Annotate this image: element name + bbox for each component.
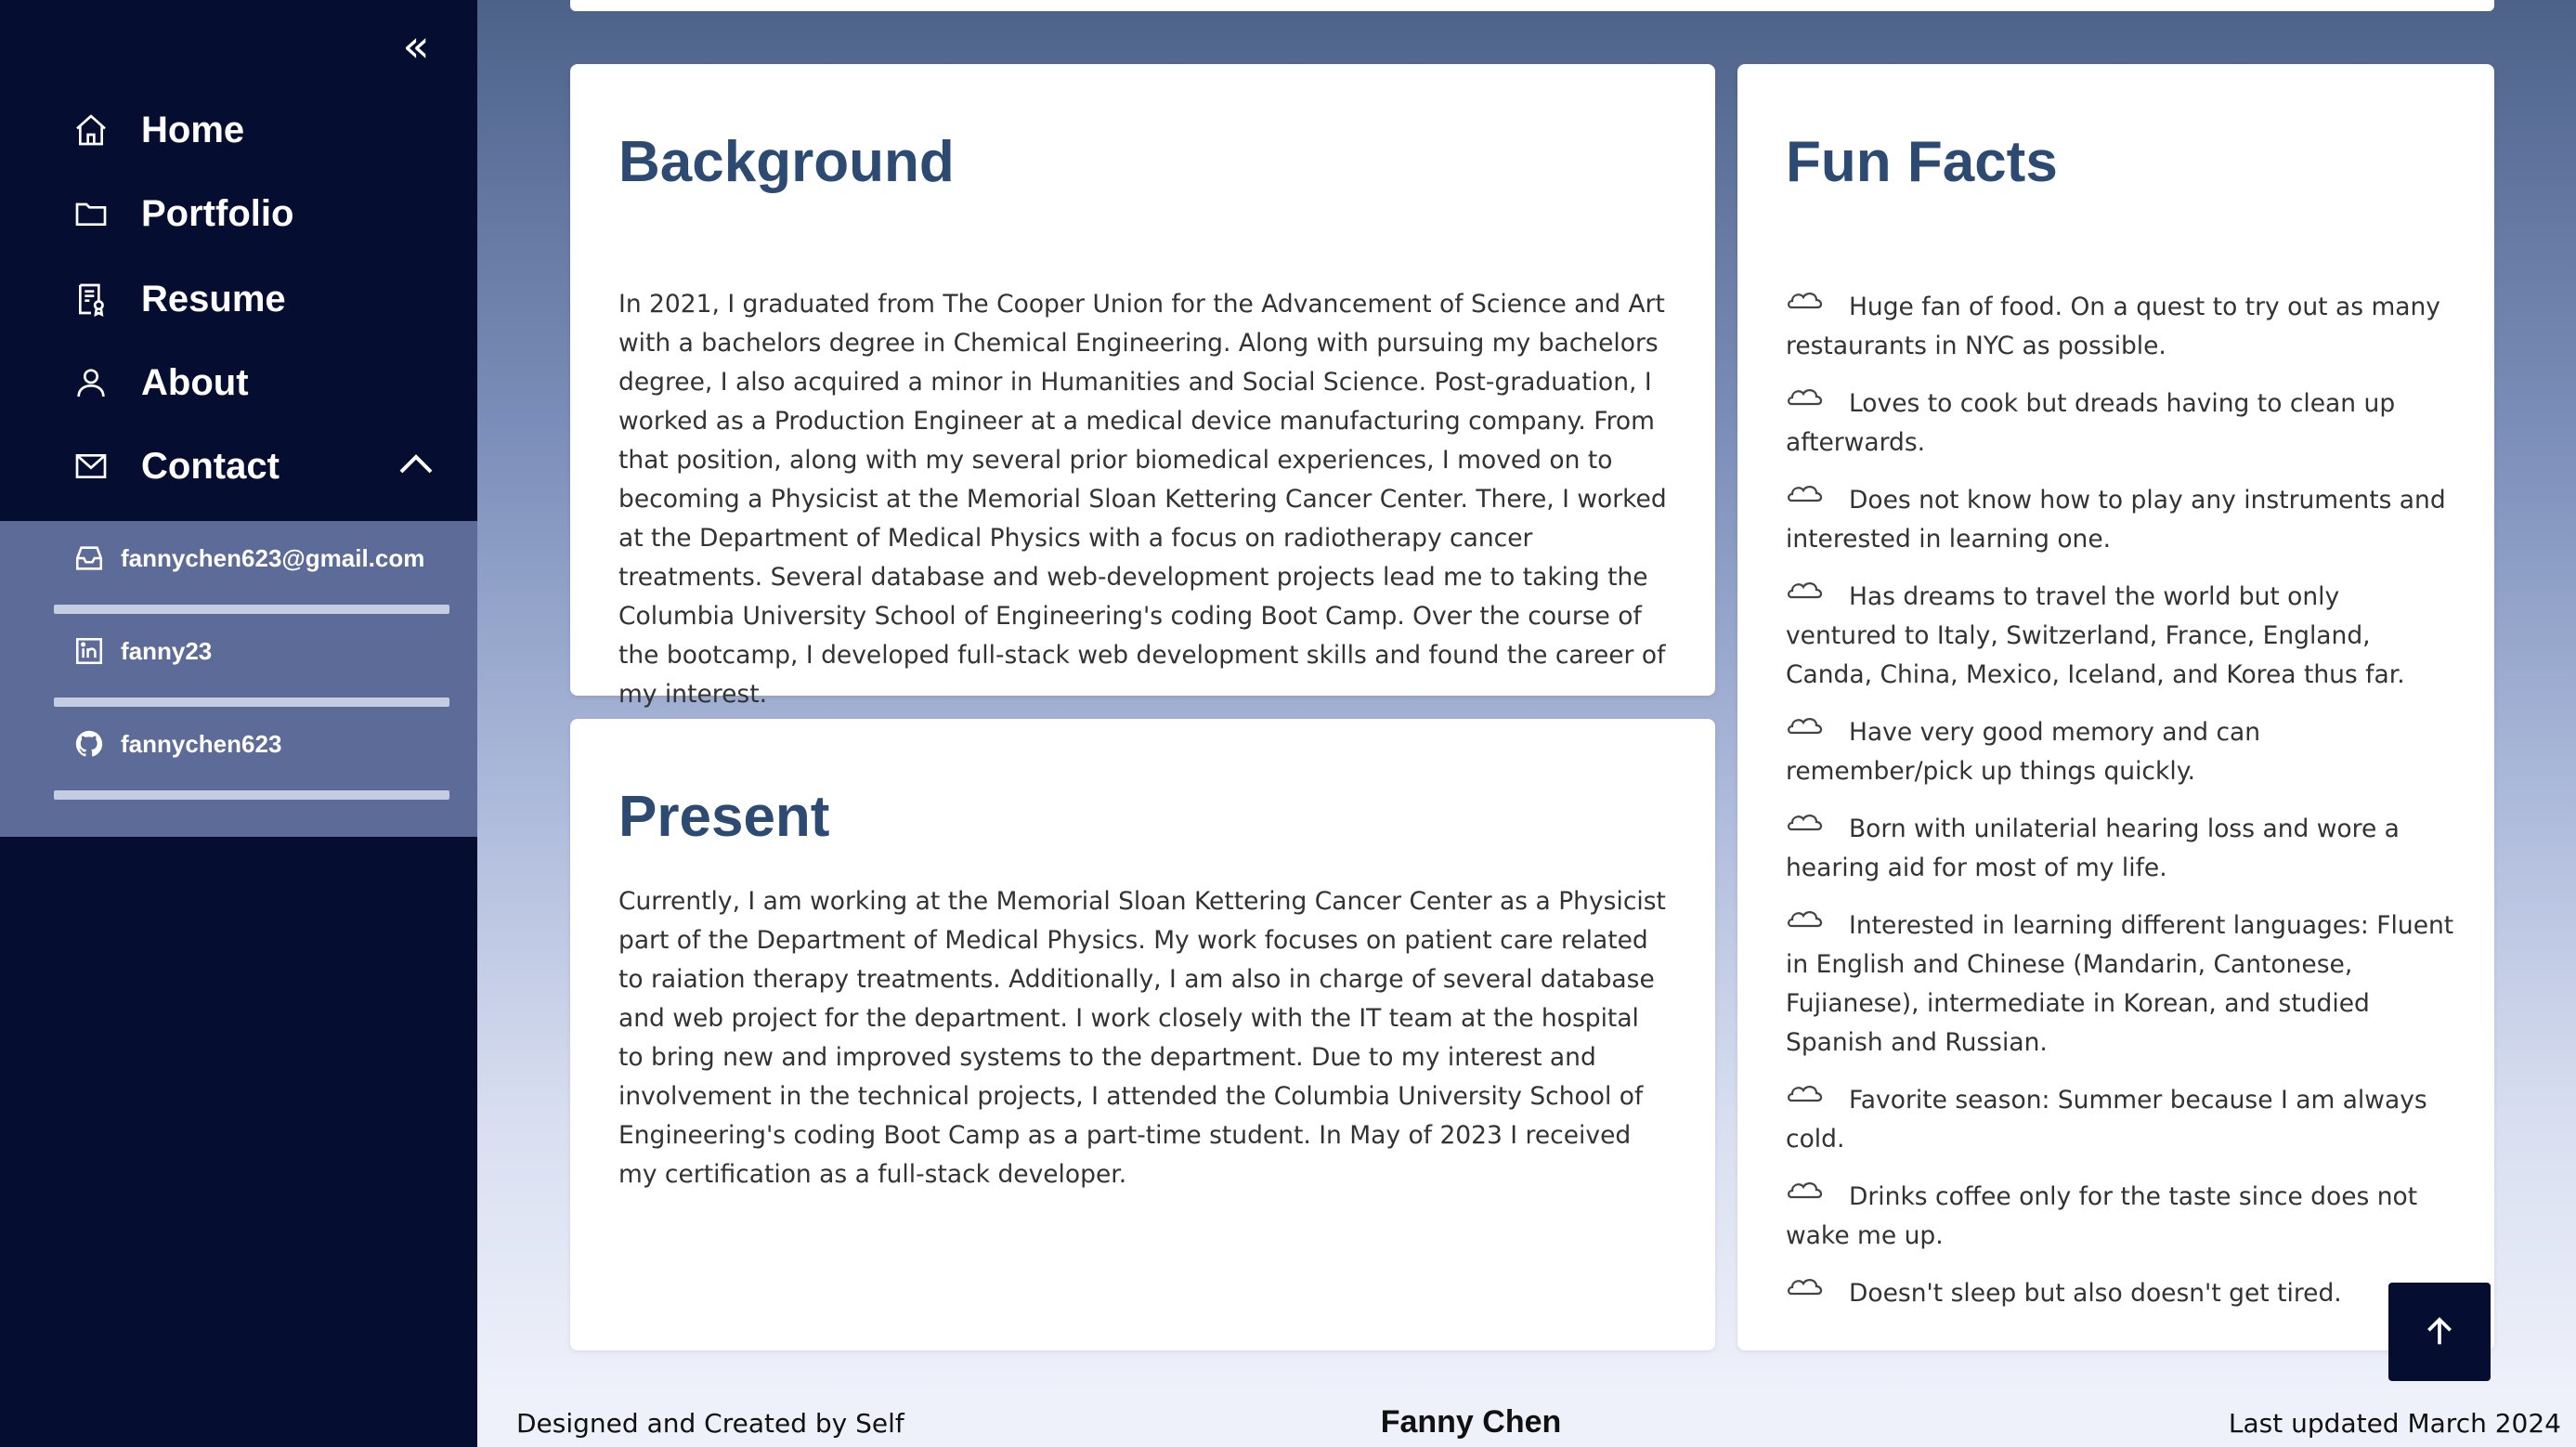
fact-text: Has dreams to travel the world but only … [1786,582,2405,689]
github-icon [72,727,106,761]
fun-facts-card: Fun Facts Huge fan of food. On a quest t… [1737,64,2494,1350]
present-card: Present Currently, I am working at the M… [570,719,1715,1350]
divider [54,790,449,800]
list-item: Favorite season: Summer because I am alw… [1786,1080,2454,1159]
fact-text: Interested in learning different languag… [1786,911,2454,1057]
contact-email-link[interactable]: fannychen623@gmail.com [54,521,449,614]
user-icon [69,360,113,405]
resume-icon [69,277,113,321]
list-item: Loves to cook but dreads having to clean… [1786,384,2454,463]
sidebar-item-label: Contact [141,445,280,487]
contact-github-link[interactable]: fannychen623 [54,707,449,800]
fact-text: Favorite season: Summer because I am alw… [1786,1086,2427,1154]
contact-linkedin-label: fanny23 [121,636,213,665]
cloud-icon [1788,582,1823,599]
present-title: Present [618,785,830,849]
cloud-icon [1788,486,1823,502]
present-text: Currently, I am working at the Memorial … [618,887,1666,1189]
sidebar-item-resume[interactable]: Resume [69,267,459,332]
fact-text: Doesn't sleep but also doesn't get tired… [1849,1279,2342,1308]
sidebar-item-label: Resume [141,278,286,319]
sidebar-item-about[interactable]: About [69,350,459,415]
sidebar-item-label: Home [141,109,245,150]
list-item: Has dreams to travel the world but only … [1786,577,2454,695]
list-item: Huge fan of food. On a quest to try out … [1786,287,2454,366]
sidebar-item-home[interactable]: Home [69,98,459,163]
back-to-top-button[interactable] [2388,1283,2491,1381]
sidebar-item-label: Portfolio [141,192,294,234]
fact-text: Loves to cook but dreads having to clean… [1786,389,2396,457]
fact-text: Born with unilaterial hearing loss and w… [1786,815,2400,882]
divider [54,697,449,707]
contact-panel: fannychen623@gmail.com fanny23 fannychen… [0,521,477,837]
list-item: Does not know how to play any instrument… [1786,480,2454,559]
cloud-icon [1788,1279,1823,1296]
fact-text: Have very good memory and can remember/p… [1786,718,2261,786]
linkedin-icon [72,634,106,668]
sidebar: « Home Portfolio Resume About Contact fa… [0,0,477,1447]
background-text: In 2021, I graduated from The Cooper Uni… [618,290,1667,709]
cloud-icon [1788,1182,1823,1199]
cloud-icon [1788,718,1823,735]
sidebar-item-label: About [141,361,249,403]
fact-text: Huge fan of food. On a quest to try out … [1786,293,2440,360]
arrow-up-icon [2427,1317,2452,1345]
cloud-icon [1788,815,1823,831]
footer-name: Fanny Chen [1380,1404,1562,1440]
fact-text: Drinks coffee only for the taste since d… [1786,1182,2418,1250]
cloud-icon [1788,293,1823,309]
contact-github-label: fannychen623 [121,729,282,758]
list-item: Drinks coffee only for the taste since d… [1786,1177,2454,1256]
list-item: Interested in learning different languag… [1786,906,2454,1062]
contact-email-label: fannychen623@gmail.com [121,543,425,572]
cloud-icon [1788,911,1823,928]
home-icon [69,108,113,152]
list-item: Born with unilaterial hearing loss and w… [1786,809,2454,888]
fact-text: Does not know how to play any instrument… [1786,486,2446,554]
list-item: Doesn't sleep but also doesn't get tired… [1786,1273,2454,1313]
collapse-sidebar-icon[interactable]: « [390,20,442,72]
list-item: Have very good memory and can remember/p… [1786,712,2454,791]
divider [54,605,449,614]
contact-linkedin-link[interactable]: fanny23 [54,614,449,707]
previous-card-edge [570,0,2494,11]
folder-icon [69,191,113,236]
footer-credit: Designed and Created by Self [516,1408,904,1439]
cloud-icon [1788,1086,1823,1102]
main-content: Background In 2021, I graduated from The… [477,0,2576,1393]
background-title: Background [618,130,955,194]
sidebar-item-portfolio[interactable]: Portfolio [69,181,459,246]
footer: Designed and Created by Self Fanny Chen … [477,1393,2576,1447]
background-card: Background In 2021, I graduated from The… [570,64,1715,709]
inbox-icon [72,541,106,575]
chevron-up-icon[interactable] [394,446,438,483]
footer-updated: Last updated March 2024 [2228,1408,2561,1439]
cloud-icon [1788,389,1823,406]
mail-icon [69,444,113,489]
fun-facts-list: Huge fan of food. On a quest to try out … [1786,287,2454,1331]
fun-facts-title: Fun Facts [1786,130,2058,194]
